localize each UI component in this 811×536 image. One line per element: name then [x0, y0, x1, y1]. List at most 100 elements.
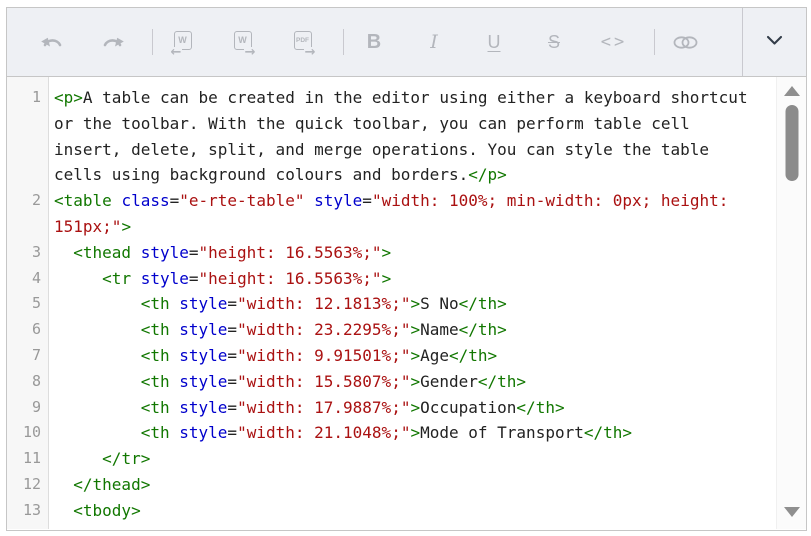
vertical-scrollbar[interactable] [776, 77, 806, 529]
token-str: "e-rte-table" [179, 191, 304, 210]
token-plain [54, 527, 102, 529]
export-word-icon: W→ [231, 31, 256, 54]
token-str: "height: 16.5563%;" [199, 527, 382, 529]
scroll-up-arrow[interactable] [784, 86, 800, 96]
strikethrough-button[interactable]: S [533, 21, 575, 63]
token-plain [170, 320, 180, 339]
token-tag: </tr> [102, 449, 150, 468]
token-plain: = [227, 423, 237, 442]
token-plain [54, 294, 141, 313]
token-plain: = [227, 320, 237, 339]
token-tag: <th [141, 372, 170, 391]
bold-button[interactable]: B [353, 21, 395, 63]
export-pdf-icon: PDF→ [291, 31, 316, 54]
token-tag: > [410, 346, 420, 365]
italic-button[interactable]: I [413, 21, 455, 63]
token-text: Mode of Transport [420, 423, 584, 442]
code-line: 9 <th style="width: 17.9887%;">Occupatio… [7, 395, 776, 421]
redo-button[interactable] [91, 21, 133, 63]
code-line: 14 <tr style="height: 16.5563%;"> [7, 524, 776, 529]
code-text: </tr> [49, 446, 150, 472]
token-attr: style [179, 398, 227, 417]
code-view-editor[interactable]: 1<p>A table can be created in the editor… [7, 77, 776, 529]
token-plain [54, 501, 73, 520]
token-text: Name [420, 320, 459, 339]
token-plain: = [189, 269, 199, 288]
underline-label: U [488, 32, 501, 53]
scrollbar-thumb[interactable] [785, 105, 798, 181]
token-tag: </th> [459, 294, 507, 313]
code-text: <th style="width: 12.1813%;">S No</th> [49, 291, 507, 317]
token-str: "width: 15.5807%;" [237, 372, 410, 391]
code-text: <tr style="height: 16.5563%;"> [49, 266, 391, 292]
code-line: 3 <thead style="height: 16.5563%;"> [7, 240, 776, 266]
code-line: 10 <th style="width: 21.1048%;">Mode of … [7, 420, 776, 446]
token-attr: style [179, 372, 227, 391]
undo-icon [40, 34, 65, 51]
import-word-button[interactable]: W← [162, 21, 204, 63]
code-line: 5 <th style="width: 12.1813%;">S No</th> [7, 291, 776, 317]
token-plain: = [227, 294, 237, 313]
token-plain: = [362, 191, 372, 210]
token-plain [170, 294, 180, 313]
token-plain: = [189, 527, 199, 529]
token-plain [54, 243, 73, 262]
token-tag: <th [141, 320, 170, 339]
token-tag: <th [141, 423, 170, 442]
line-number: 9 [7, 395, 49, 421]
token-tag: </th> [584, 423, 632, 442]
token-tag: > [410, 372, 420, 391]
token-tag: > [410, 320, 420, 339]
token-tag: <th [141, 398, 170, 417]
code-line: 13 <tbody> [7, 498, 776, 524]
token-tag: <th [141, 346, 170, 365]
token-str: "width: 17.9887%;" [237, 398, 410, 417]
token-plain [170, 372, 180, 391]
code-view-label: <> [601, 32, 627, 52]
line-number: 3 [7, 240, 49, 266]
token-tag: > [382, 269, 392, 288]
code-view-button[interactable]: <> [593, 21, 635, 63]
insert-link-button[interactable] [664, 21, 706, 63]
undo-button[interactable] [31, 21, 73, 63]
code-text: <th style="width: 9.91501%;">Age</th> [49, 343, 497, 369]
code-line: 8 <th style="width: 15.5807%;">Gender</t… [7, 369, 776, 395]
scroll-down-arrow[interactable] [784, 507, 800, 517]
line-number: 13 [7, 498, 49, 524]
code-text: <p>A table can be created in the editor … [49, 85, 755, 188]
token-tag: <tbody> [73, 501, 140, 520]
token-plain [131, 527, 141, 529]
line-number: 6 [7, 317, 49, 343]
arrow-in-icon: ← [170, 47, 183, 58]
underline-button[interactable]: U [473, 21, 515, 63]
token-tag: <tr [102, 269, 131, 288]
code-text: <th style="width: 23.2295%;">Name</th> [49, 317, 507, 343]
toolbar-expand-button[interactable] [742, 8, 806, 76]
arrow-out-icon: → [244, 47, 257, 58]
token-attr: style [141, 243, 189, 262]
token-tag: </th> [459, 320, 507, 339]
code-text: <thead style="height: 16.5563%;"> [49, 240, 391, 266]
code-line: 7 <th style="width: 9.91501%;">Age</th> [7, 343, 776, 369]
token-tag: > [382, 243, 392, 262]
code-text: </thead> [49, 472, 150, 498]
export-pdf-button[interactable]: PDF→ [282, 21, 324, 63]
token-tag: > [121, 217, 131, 236]
token-plain [54, 423, 141, 442]
token-plain [54, 269, 102, 288]
code-text: <tr style="height: 16.5563%;"> [49, 524, 391, 529]
token-attr: style [179, 346, 227, 365]
token-plain [54, 449, 102, 468]
token-str: "width: 23.2295%;" [237, 320, 410, 339]
export-word-button[interactable]: W→ [222, 21, 264, 63]
line-number: 14 [7, 524, 49, 529]
line-number: 4 [7, 266, 49, 292]
code-line: 11 </tr> [7, 446, 776, 472]
token-tag: > [410, 398, 420, 417]
token-plain [131, 269, 141, 288]
token-tag: </th> [449, 346, 497, 365]
token-plain [54, 398, 141, 417]
token-plain [112, 191, 122, 210]
token-str: "width: 21.1048%;" [237, 423, 410, 442]
token-tag: > [382, 527, 392, 529]
